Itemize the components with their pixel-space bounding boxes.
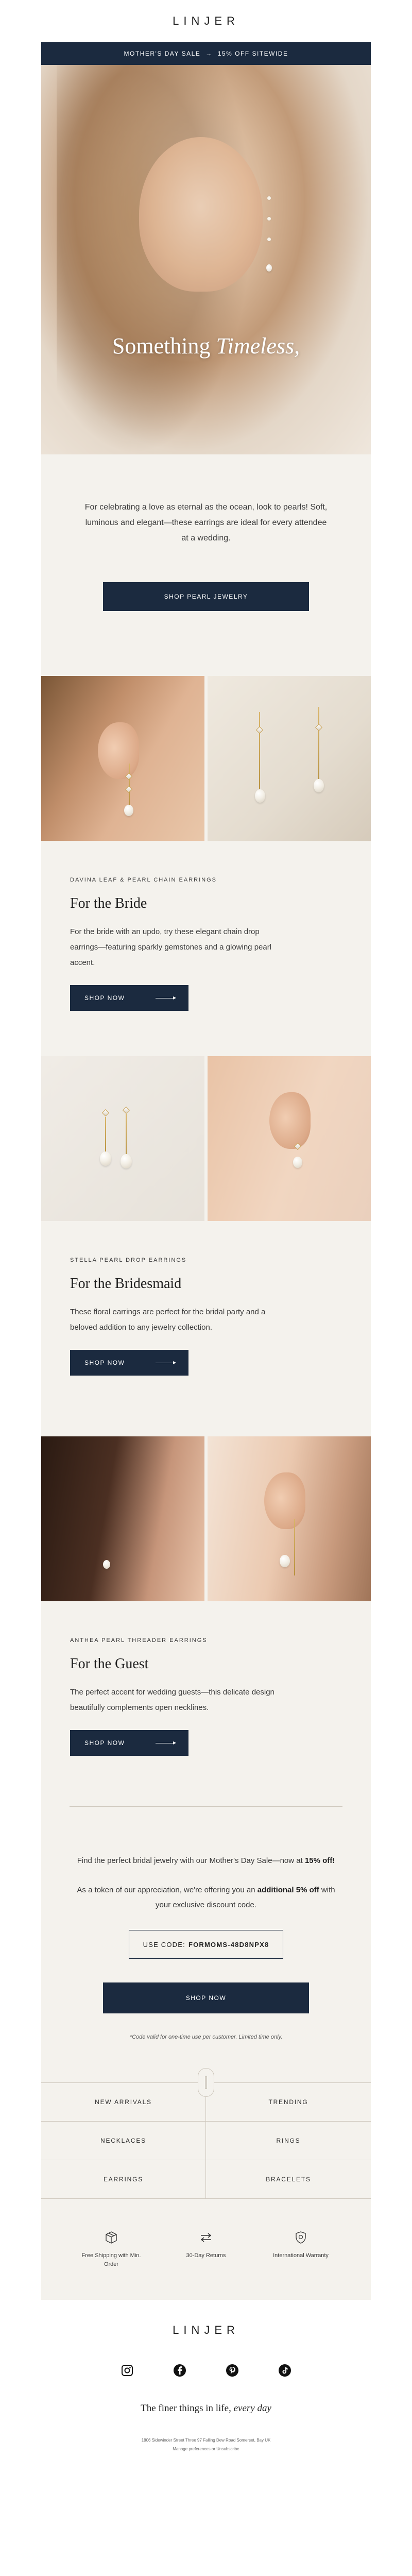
brand-logo[interactable]: LINJER (41, 0, 371, 42)
hero-title: Something Timeless, (41, 333, 371, 359)
product-guest: ANTHEA PEARL THREADER EARRINGS For the G… (41, 1601, 371, 1776)
discount-offer: As a token of our appreciation, we're of… (72, 1883, 340, 1912)
shield-icon (270, 2229, 332, 2246)
nav-necklaces[interactable]: NECKLACES (41, 2122, 206, 2160)
product-photo-model[interactable] (41, 1436, 204, 1601)
discount-code-box[interactable]: USE CODE: FORMOMS-48D8NPX8 (129, 1930, 283, 1959)
product-description: The perfect accent for wedding guests—th… (70, 1688, 274, 1712)
footer-tagline: The finer things in life, every day (41, 2403, 371, 2414)
shop-now-button[interactable]: SHOP NOW (70, 985, 188, 1011)
perk-label: 30-Day Returns (186, 2252, 226, 2259)
hero-earring (266, 196, 272, 274)
category-nav: NEW ARRIVALS TRENDING NECKLACES RINGS EA… (41, 2068, 371, 2199)
hero-model-face (139, 137, 263, 292)
nav-grid: NEW ARRIVALS TRENDING NECKLACES RINGS EA… (41, 2083, 371, 2199)
product-photo-model[interactable] (208, 1056, 371, 1221)
discount-code: FORMOMS-48D8NPX8 (188, 1940, 269, 1948)
nav-new-arrivals[interactable]: NEW ARRIVALS (41, 2083, 206, 2122)
product-title: For the Guest (70, 1656, 149, 1672)
nav-earrings[interactable]: EARRINGS (41, 2160, 206, 2199)
discount-offer-text: As a token of our appreciation, we're of… (77, 1886, 258, 1894)
intro-text: For celebrating a love as eternal as the… (84, 503, 328, 543)
manage-preferences-link[interactable]: Manage preferences or Unsubscribe (41, 2447, 371, 2451)
product-title: For the Bride (70, 895, 147, 911)
shop-pearl-jewelry-button[interactable]: SHOP PEARL JEWELRY (103, 582, 309, 611)
promo-offer: 15% OFF SITEWIDE (217, 50, 288, 57)
perk-returns: 30-Day Returns (175, 2229, 237, 2269)
nav-trending[interactable]: TRENDING (206, 2083, 371, 2122)
exchange-arrows-icon (175, 2229, 237, 2246)
arrow-right-icon: → (205, 50, 213, 57)
product-photo-model-closeup[interactable] (208, 1436, 371, 1601)
discount-percent: 15% off! (304, 1856, 335, 1865)
long-arrow-icon (156, 996, 176, 999)
shop-now-button[interactable]: SHOP NOW (70, 1350, 188, 1376)
perk-label: International Warranty (273, 2252, 329, 2259)
discount-intro-text: Find the perfect bridal jewelry with our… (77, 1856, 305, 1865)
product-description: For the bride with an updo, try these el… (70, 927, 272, 967)
tagline-plain: The finer things in life, (141, 2403, 231, 2414)
long-arrow-icon (156, 1361, 176, 1364)
product-images-bridesmaid (41, 1056, 371, 1221)
nav-rings[interactable]: RINGS (206, 2122, 371, 2160)
product-photo-model[interactable] (41, 676, 204, 841)
pinterest-icon[interactable] (225, 2363, 240, 2378)
perk-label: Free Shipping with Min. Order (81, 2252, 141, 2267)
shop-now-button[interactable]: SHOP NOW (70, 1730, 188, 1756)
tiktok-icon[interactable] (277, 2363, 293, 2378)
shop-now-label: SHOP NOW (84, 994, 125, 1002)
nav-bracelets[interactable]: BRACELETS (206, 2160, 371, 2199)
hero-title-plain: Something (112, 333, 211, 359)
company-address: 1806 Sidewinder Street Three 97 Falling … (141, 2438, 271, 2443)
promo-sale-name: MOTHER'S DAY SALE (124, 50, 201, 57)
shop-now-label: SHOP NOW (84, 1739, 125, 1747)
shop-now-label: SHOP NOW (84, 1359, 125, 1366)
email-body: LINJER MOTHER'S DAY SALE → 15% OFF SITEW… (41, 0, 371, 2465)
intro-section: For celebrating a love as eternal as the… (41, 454, 371, 676)
hero-title-italic: Timeless, (216, 333, 300, 359)
footer-logo[interactable]: LINJER (41, 2324, 371, 2337)
discount-extra: additional 5% off (257, 1886, 319, 1894)
product-description: These floral earrings are perfect for th… (70, 1308, 266, 1332)
product-title: For the Bridesmaid (70, 1276, 182, 1292)
product-photo-earrings[interactable] (41, 1056, 204, 1221)
product-name: DAVINA LEAF & PEARL CHAIN EARRINGS (70, 877, 217, 883)
discount-section: Find the perfect bridal jewelry with our… (41, 1807, 371, 2040)
perk-shipping: Free Shipping with Min. Order (80, 2229, 142, 2269)
perks-row: Free Shipping with Min. Order 30-Day Ret… (41, 2199, 371, 2300)
social-links (41, 2363, 371, 2378)
shop-now-button[interactable]: SHOP NOW (103, 1982, 309, 2013)
product-name: STELLA PEARL DROP EARRINGS (70, 1257, 187, 1263)
hero-image[interactable]: Something Timeless, (41, 65, 371, 454)
product-name: ANTHEA PEARL THREADER EARRINGS (70, 1637, 208, 1643)
box-icon (80, 2229, 142, 2246)
product-images-bride (41, 676, 371, 841)
footer: LINJER The finer things in life, every d… (41, 2300, 371, 2465)
tagline-italic: every day (233, 2403, 271, 2414)
disclaimer-note: *Code valid for one-time use per custome… (129, 2034, 283, 2040)
code-label: USE CODE: (143, 1940, 185, 1948)
discount-intro: Find the perfect bridal jewelry with our… (72, 1853, 340, 1868)
product-photo-earrings[interactable] (208, 676, 371, 841)
instagram-icon[interactable] (119, 2363, 135, 2378)
perk-warranty: International Warranty (270, 2229, 332, 2269)
long-arrow-icon (156, 1741, 176, 1744)
product-images-guest (41, 1436, 371, 1601)
product-bride: DAVINA LEAF & PEARL CHAIN EARRINGS For t… (41, 841, 371, 1056)
decorative-medallion-icon (198, 2068, 214, 2097)
product-bridesmaid: STELLA PEARL DROP EARRINGS For the Bride… (41, 1221, 371, 1436)
promo-banner[interactable]: MOTHER'S DAY SALE → 15% OFF SITEWIDE (41, 42, 371, 65)
facebook-icon[interactable] (172, 2363, 187, 2378)
